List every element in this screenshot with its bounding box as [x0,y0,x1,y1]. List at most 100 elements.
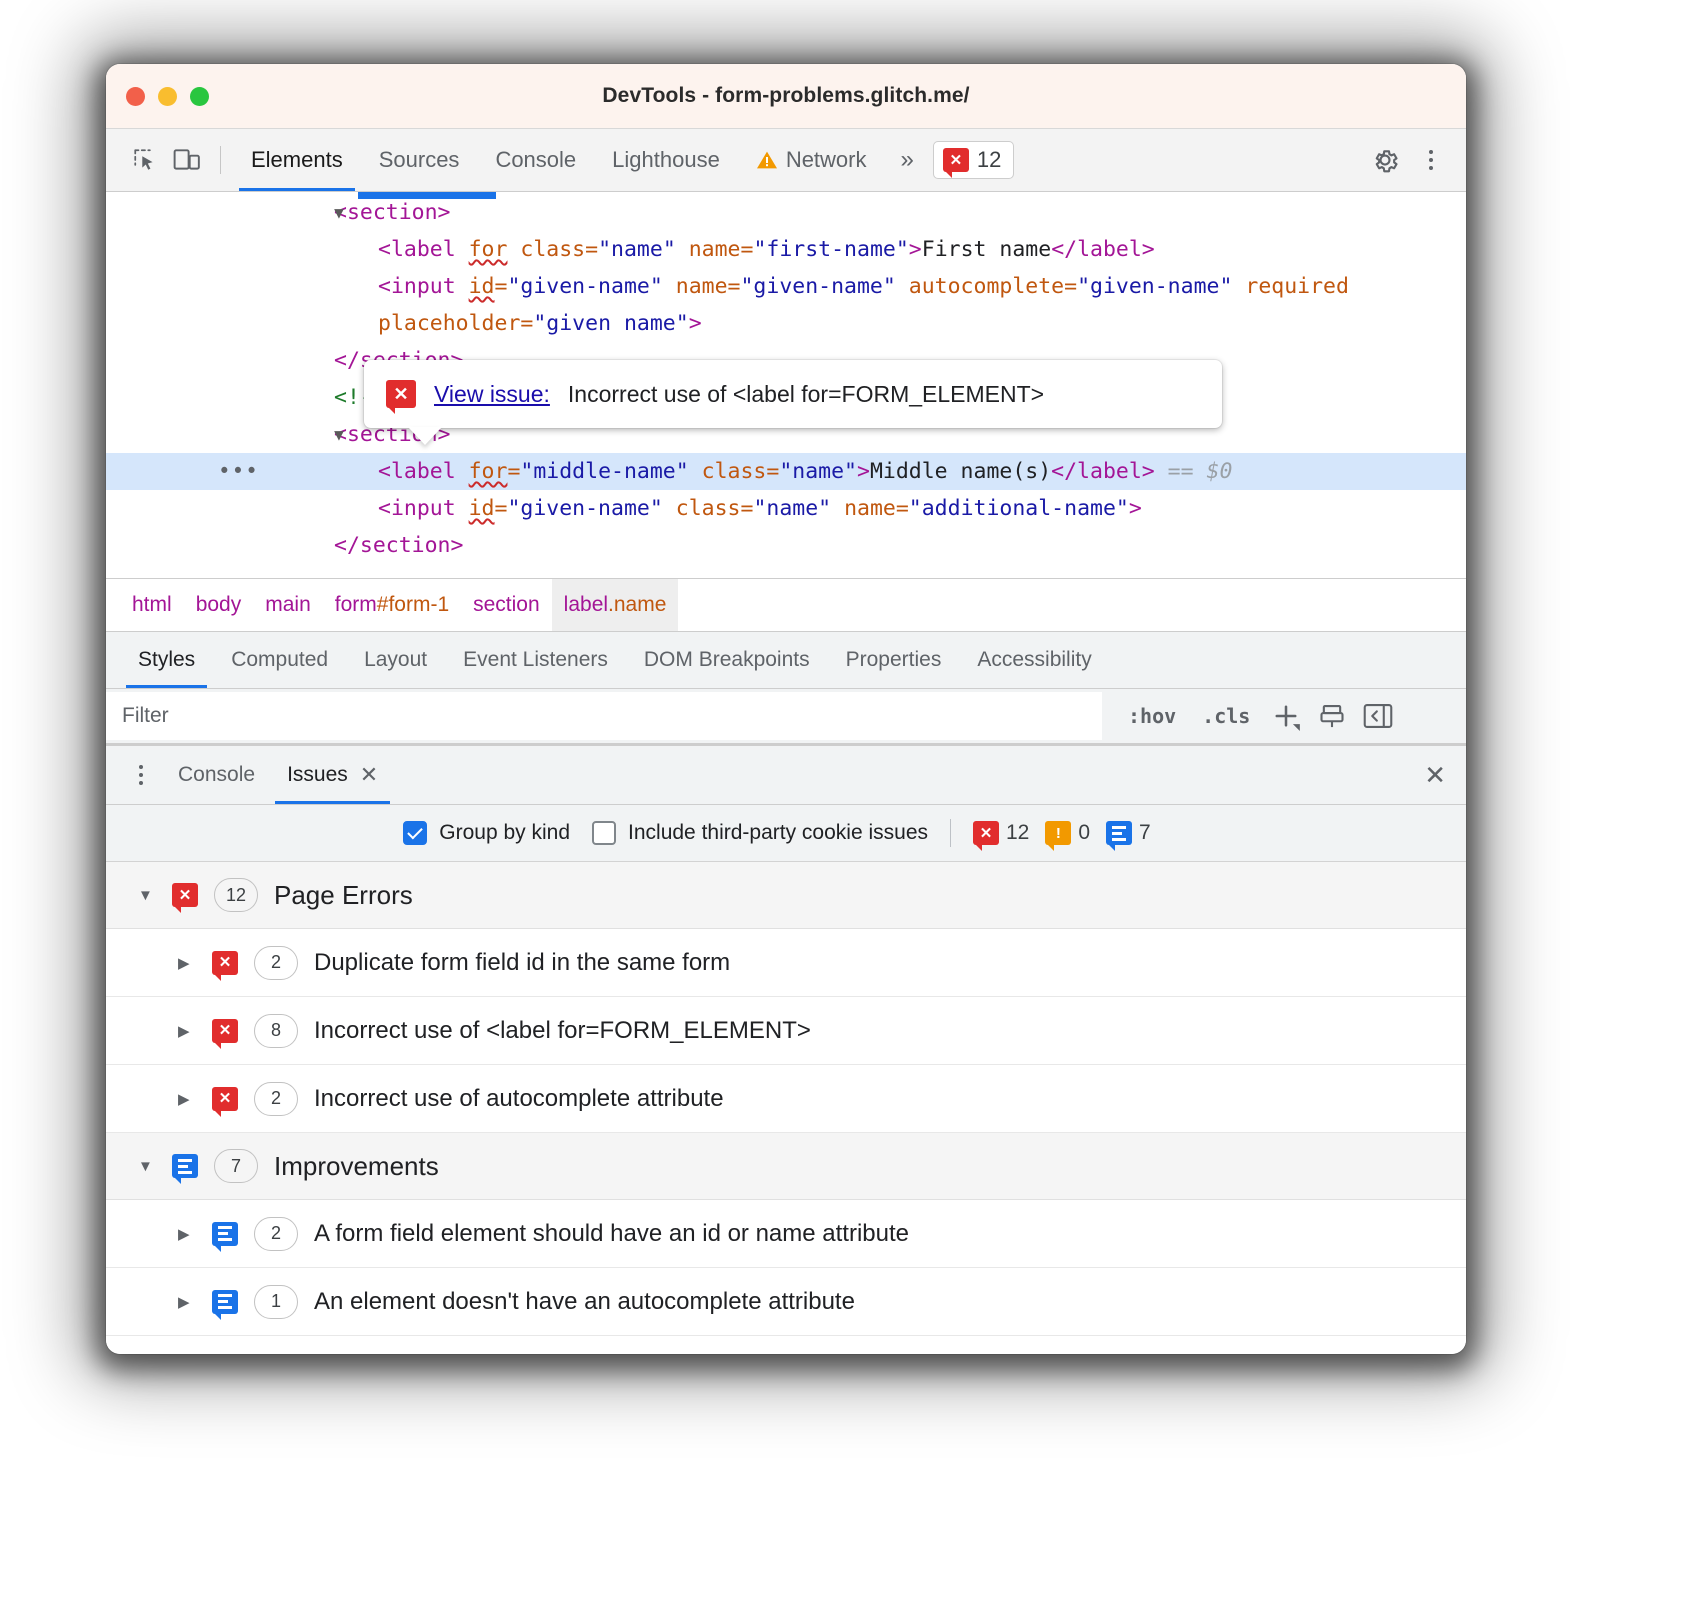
tab-computed-label: Computed [231,648,328,672]
kebab-menu-icon[interactable] [1410,139,1452,181]
chevron-right-icon[interactable]: ▶ [178,1293,196,1311]
issue-group-row[interactable]: ▼7Improvements [106,1133,1466,1200]
checkbox-box[interactable] [592,821,616,845]
toolbar-divider [950,819,951,847]
error-badge-icon: ✕ [212,1087,238,1111]
error-badge-icon: ✕ [943,148,969,172]
issue-count-chip: 2 [254,946,298,980]
sidebar-tabs: Styles Computed Layout Event Listeners D… [106,632,1466,689]
tab-event-listeners[interactable]: Event Listeners [445,632,626,688]
more-tabs-button[interactable]: » [885,146,927,174]
tab-elements-label: Elements [251,147,343,173]
issue-tooltip[interactable]: ✕ View issue: Incorrect use of <label fo… [364,360,1222,428]
chevron-down-icon[interactable]: ▼ [138,1158,156,1175]
tab-styles[interactable]: Styles [120,632,213,688]
print-styles-icon[interactable] [1310,694,1354,738]
chevron-down-icon[interactable]: ▼ [330,194,348,231]
issue-count-chip: 1 [254,1285,298,1319]
inspect-element-icon[interactable] [124,139,166,181]
tab-lighthouse-label: Lighthouse [612,147,720,173]
dom-node[interactable]: <label for class="name" name="first-name… [106,231,1466,268]
chevron-down-icon[interactable]: ▼ [330,416,348,453]
styles-filter-input[interactable] [106,692,1102,740]
window-titlebar: DevTools - form-problems.glitch.me/ [106,64,1466,129]
tab-properties[interactable]: Properties [828,632,960,688]
drawer: Console Issues ✕ ✕ Group by kind Include… [106,744,1466,1354]
dom-node-selected[interactable]: •••<label for="middle-name" class="name"… [106,453,1466,490]
tab-dom-breakpoints[interactable]: DOM Breakpoints [626,632,828,688]
chevron-right-icon[interactable]: ▶ [178,954,196,972]
tab-event-listeners-label: Event Listeners [463,648,608,672]
tab-layout-label: Layout [364,648,427,672]
close-icon[interactable]: ✕ [360,762,378,788]
panel-tabs: Elements Sources Console Lighthouse [233,129,927,191]
breadcrumb-name: html [132,593,172,617]
tab-computed[interactable]: Computed [213,632,346,688]
tab-lighthouse[interactable]: Lighthouse [594,129,738,191]
issue-row[interactable]: ▶✕8Incorrect use of <label for=FORM_ELEM… [106,997,1466,1065]
dom-tree[interactable]: ▼<section> <label for class="name" name="… [106,192,1466,578]
drawer-tab-issues[interactable]: Issues ✕ [271,746,394,804]
dom-node[interactable]: placeholder="given name"> [106,305,1466,342]
issue-row-label: An element doesn't have an autocomplete … [314,1288,855,1316]
info-counter: 7 [1106,821,1151,845]
tab-sources[interactable]: Sources [361,129,478,191]
breadcrumb-item-body[interactable]: body [184,579,254,631]
issue-row[interactable]: ▶✕2Duplicate form field id in the same f… [106,929,1466,997]
issue-group-row[interactable]: ▼✕12Page Errors [106,862,1466,929]
warning-counter-value: 0 [1078,821,1090,845]
dom-node[interactable]: ▼<section> [106,194,1466,231]
dom-node-text: <label for class="name" name="first-name… [106,237,1155,262]
dom-node[interactable]: <input id="given-name" class="name" name… [106,490,1466,527]
breadcrumb-item-html[interactable]: html [120,579,184,631]
warning-counter: ! 0 [1045,821,1090,845]
breadcrumb-item-form[interactable]: form#form-1 [323,579,461,631]
tab-network[interactable]: Network [738,129,885,191]
error-count-badge[interactable]: ✕ 12 [933,141,1014,179]
tab-elements[interactable]: Elements [233,129,361,191]
breadcrumb-item-section[interactable]: section [461,579,552,631]
issue-group-label: Page Errors [274,880,413,911]
node-more-options-icon[interactable]: ••• [218,453,259,490]
breadcrumb-item-label[interactable]: label.name [552,579,679,631]
close-drawer-icon[interactable]: ✕ [1424,760,1446,791]
issue-row[interactable]: ▶2A form field element should have an id… [106,1200,1466,1268]
tab-dom-breakpoints-label: DOM Breakpoints [644,648,810,672]
tab-accessibility[interactable]: Accessibility [959,632,1109,688]
warning-triangle-icon [756,150,778,170]
drawer-tab-console-label: Console [178,763,255,787]
third-party-cookie-checkbox[interactable]: Include third-party cookie issues [592,821,928,845]
dom-node[interactable]: <input id="given-name" name="given-name"… [106,268,1466,305]
issues-toolbar: Group by kind Include third-party cookie… [106,805,1466,862]
breadcrumb-item-main[interactable]: main [253,579,323,631]
chevron-right-icon[interactable]: ▶ [178,1022,196,1040]
toggle-sidebar-icon[interactable] [1356,694,1400,738]
device-toolbar-icon[interactable] [166,139,208,181]
breadcrumb-suffix: .name [608,593,666,617]
drawer-tab-console[interactable]: Console [162,746,271,804]
issue-row[interactable]: ▶ 1 An element doesn't have an autocomplet… [106,1268,1466,1336]
group-by-kind-checkbox[interactable]: Group by kind [403,821,570,845]
gear-icon[interactable] [1364,139,1406,181]
tab-sources-label: Sources [379,147,460,173]
breadcrumb-name: label [564,593,608,617]
breadcrumb-name: body [196,593,242,617]
plus-new-style-rule-icon[interactable] [1264,694,1308,738]
view-issue-link[interactable]: View issue: [434,376,550,413]
dom-node[interactable]: </section> [106,527,1466,564]
chevron-right-icon[interactable]: ▶ [178,1225,196,1243]
issue-counters: ✕ 12 ! 0 7 [973,821,1151,845]
info-counter-value: 7 [1139,821,1151,845]
checkbox-box[interactable] [403,821,427,845]
tab-properties-label: Properties [846,648,942,672]
chevron-right-icon[interactable]: ▶ [178,1090,196,1108]
dom-node-text: </section> [106,533,463,558]
chevron-down-icon[interactable]: ▼ [138,887,156,904]
issue-row[interactable]: ▶✕2Incorrect use of autocomplete attribu… [106,1065,1466,1133]
toggle-class-button[interactable]: .cls [1190,700,1262,732]
kebab-menu-icon[interactable] [120,754,162,796]
group-by-kind-label: Group by kind [439,821,570,845]
tab-console[interactable]: Console [477,129,594,191]
tab-layout[interactable]: Layout [346,632,445,688]
toggle-hover-state-button[interactable]: :hov [1116,700,1188,732]
